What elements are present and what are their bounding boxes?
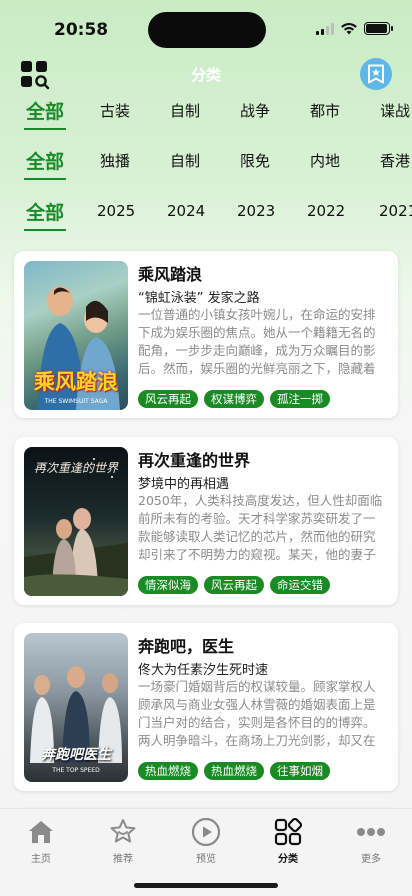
source-filter-option[interactable]: 内地 (310, 140, 340, 180)
tag[interactable]: 孤注一掷 (270, 390, 330, 408)
card-subtitle: 梦境中的再相遇 (138, 477, 230, 492)
source-filter-option[interactable]: 自制 (170, 140, 200, 180)
tag[interactable]: 情深似海 (138, 576, 198, 594)
poster-image[interactable]: 乘风踏浪 THE SWIMSUIT SAGA (24, 261, 128, 410)
wifi-icon (341, 23, 357, 35)
bookmark-star-icon[interactable] (360, 58, 392, 90)
tag[interactable]: 权谋博弈 (204, 390, 264, 408)
tag-list: 情深似海 风云再起 命运交错 (138, 576, 330, 594)
poster-title: 再次重逢的世界 (33, 461, 118, 475)
card-description: 2050年，人类科技高度发达，但人性却面临前所未有的考验。天才科学家苏奕研发了一… (138, 493, 383, 562)
tag[interactable]: 热血燃烧 (138, 762, 198, 780)
nav-preview[interactable]: 预览 (171, 817, 241, 865)
category-grid-icon (273, 817, 303, 847)
tag[interactable]: 往事如烟 (270, 762, 330, 780)
year-filter-all[interactable]: 全部 (23, 191, 67, 231)
page-title: 分类 (190, 66, 221, 84)
poster-image[interactable]: 再次重逢的世界 (24, 447, 128, 596)
card-title[interactable]: 乘风踏浪 (138, 261, 202, 285)
drama-card[interactable]: 乘风踏浪 THE SWIMSUIT SAGA 乘风踏浪 “锦虹泳装” 发家之路 … (14, 251, 398, 418)
card-subtitle: 佟大为任素汐生死时速 (138, 663, 269, 678)
poster-subtitle: THE TOP SPEED (52, 767, 100, 774)
home-indicator (134, 883, 278, 888)
status-time: 20:58 (54, 20, 109, 40)
nav-category[interactable]: 分类 (253, 817, 323, 865)
status-icons (316, 22, 393, 35)
nav-home[interactable]: 主页 (6, 817, 76, 865)
year-filter-row: 全部 2025 2024 2023 2022 2021 (0, 191, 412, 231)
nav-recommend[interactable]: 推荐 (88, 817, 158, 865)
drama-card[interactable]: 奔跑吧医生 THE TOP SPEED 奔跑吧，医生 佟大为任素汐生死时速 一场… (14, 623, 398, 791)
genre-filter-option[interactable]: 谍战 (380, 90, 410, 130)
tag[interactable]: 风云再起 (138, 390, 198, 408)
cellular-signal-icon (316, 22, 334, 35)
genre-filter-option[interactable]: 自制 (170, 90, 200, 130)
year-filter-option[interactable]: 2023 (237, 191, 275, 231)
battery-level (366, 24, 387, 33)
home-icon (26, 817, 56, 847)
source-filter-row: 全部 独播 自制 限免 内地 香港 (0, 140, 412, 180)
card-description: 一场豪门婚姻背后的权谋较量。顾家掌权人顾承风与商业女强人林雪薇的婚姻表面上是门当… (138, 679, 376, 748)
tag-list: 风云再起 权谋博弈 孤注一掷 (138, 390, 330, 408)
genre-filter-option[interactable]: 战争 (240, 90, 270, 130)
tag[interactable]: 风云再起 (204, 576, 264, 594)
genre-filter-option[interactable]: 古装 (100, 90, 130, 130)
card-title[interactable]: 再次重逢的世界 (138, 447, 250, 471)
tag[interactable]: 热血燃烧 (204, 762, 264, 780)
bottom-nav: 主页 推荐 预览 分类 更多 (0, 808, 412, 896)
drama-card[interactable]: 再次重逢的世界 再次重逢的世界 梦境中的再相遇 2050年，人类科技高度发达，但… (14, 437, 398, 605)
battery-icon (364, 22, 393, 35)
genre-filter-all[interactable]: 全部 (23, 90, 67, 130)
nav-more[interactable]: 更多 (336, 817, 406, 865)
poster-title: 奔跑吧医生 (41, 747, 111, 763)
header: 分类 (0, 58, 412, 94)
nav-label: 更多 (361, 854, 381, 865)
nav-label: 推荐 (113, 854, 133, 865)
year-filter-option[interactable]: 2022 (307, 191, 345, 231)
star-badge-icon (108, 817, 138, 847)
card-description: 一位普通的小镇女孩叶婉儿，在命运的安排下成为娱乐圈的焦点。她从一个籍籍无名的配角… (138, 307, 376, 376)
source-filter-option[interactable]: 独播 (100, 140, 130, 180)
year-filter-option[interactable]: 2021 (379, 191, 412, 231)
nav-label: 主页 (31, 854, 51, 865)
year-filter-option[interactable]: 2024 (167, 191, 205, 231)
genre-filter-option[interactable]: 都市 (310, 90, 340, 130)
poster-title: 乘风踏浪 (34, 370, 118, 394)
poster-image[interactable]: 奔跑吧医生 THE TOP SPEED (24, 633, 128, 782)
play-circle-icon (191, 817, 221, 847)
nav-label: 预览 (196, 854, 216, 865)
source-filter-all[interactable]: 全部 (23, 140, 67, 180)
source-filter-option[interactable]: 香港 (380, 140, 410, 180)
nav-label: 分类 (278, 854, 298, 865)
card-subtitle: “锦虹泳装” 发家之路 (138, 291, 260, 306)
year-filter-option[interactable]: 2025 (97, 191, 135, 231)
dynamic-island (148, 12, 266, 48)
source-filter-option[interactable]: 限免 (240, 140, 270, 180)
poster-subtitle: THE SWIMSUIT SAGA (44, 398, 108, 405)
more-dots-icon (356, 817, 386, 847)
status-bar: 20:58 (0, 0, 412, 56)
tag-list: 热血燃烧 热血燃烧 往事如烟 (138, 762, 330, 780)
genre-filter-row: 全部 古装 自制 战争 都市 谍战 (0, 90, 412, 130)
tag[interactable]: 命运交错 (270, 576, 330, 594)
card-title[interactable]: 奔跑吧，医生 (138, 633, 234, 657)
